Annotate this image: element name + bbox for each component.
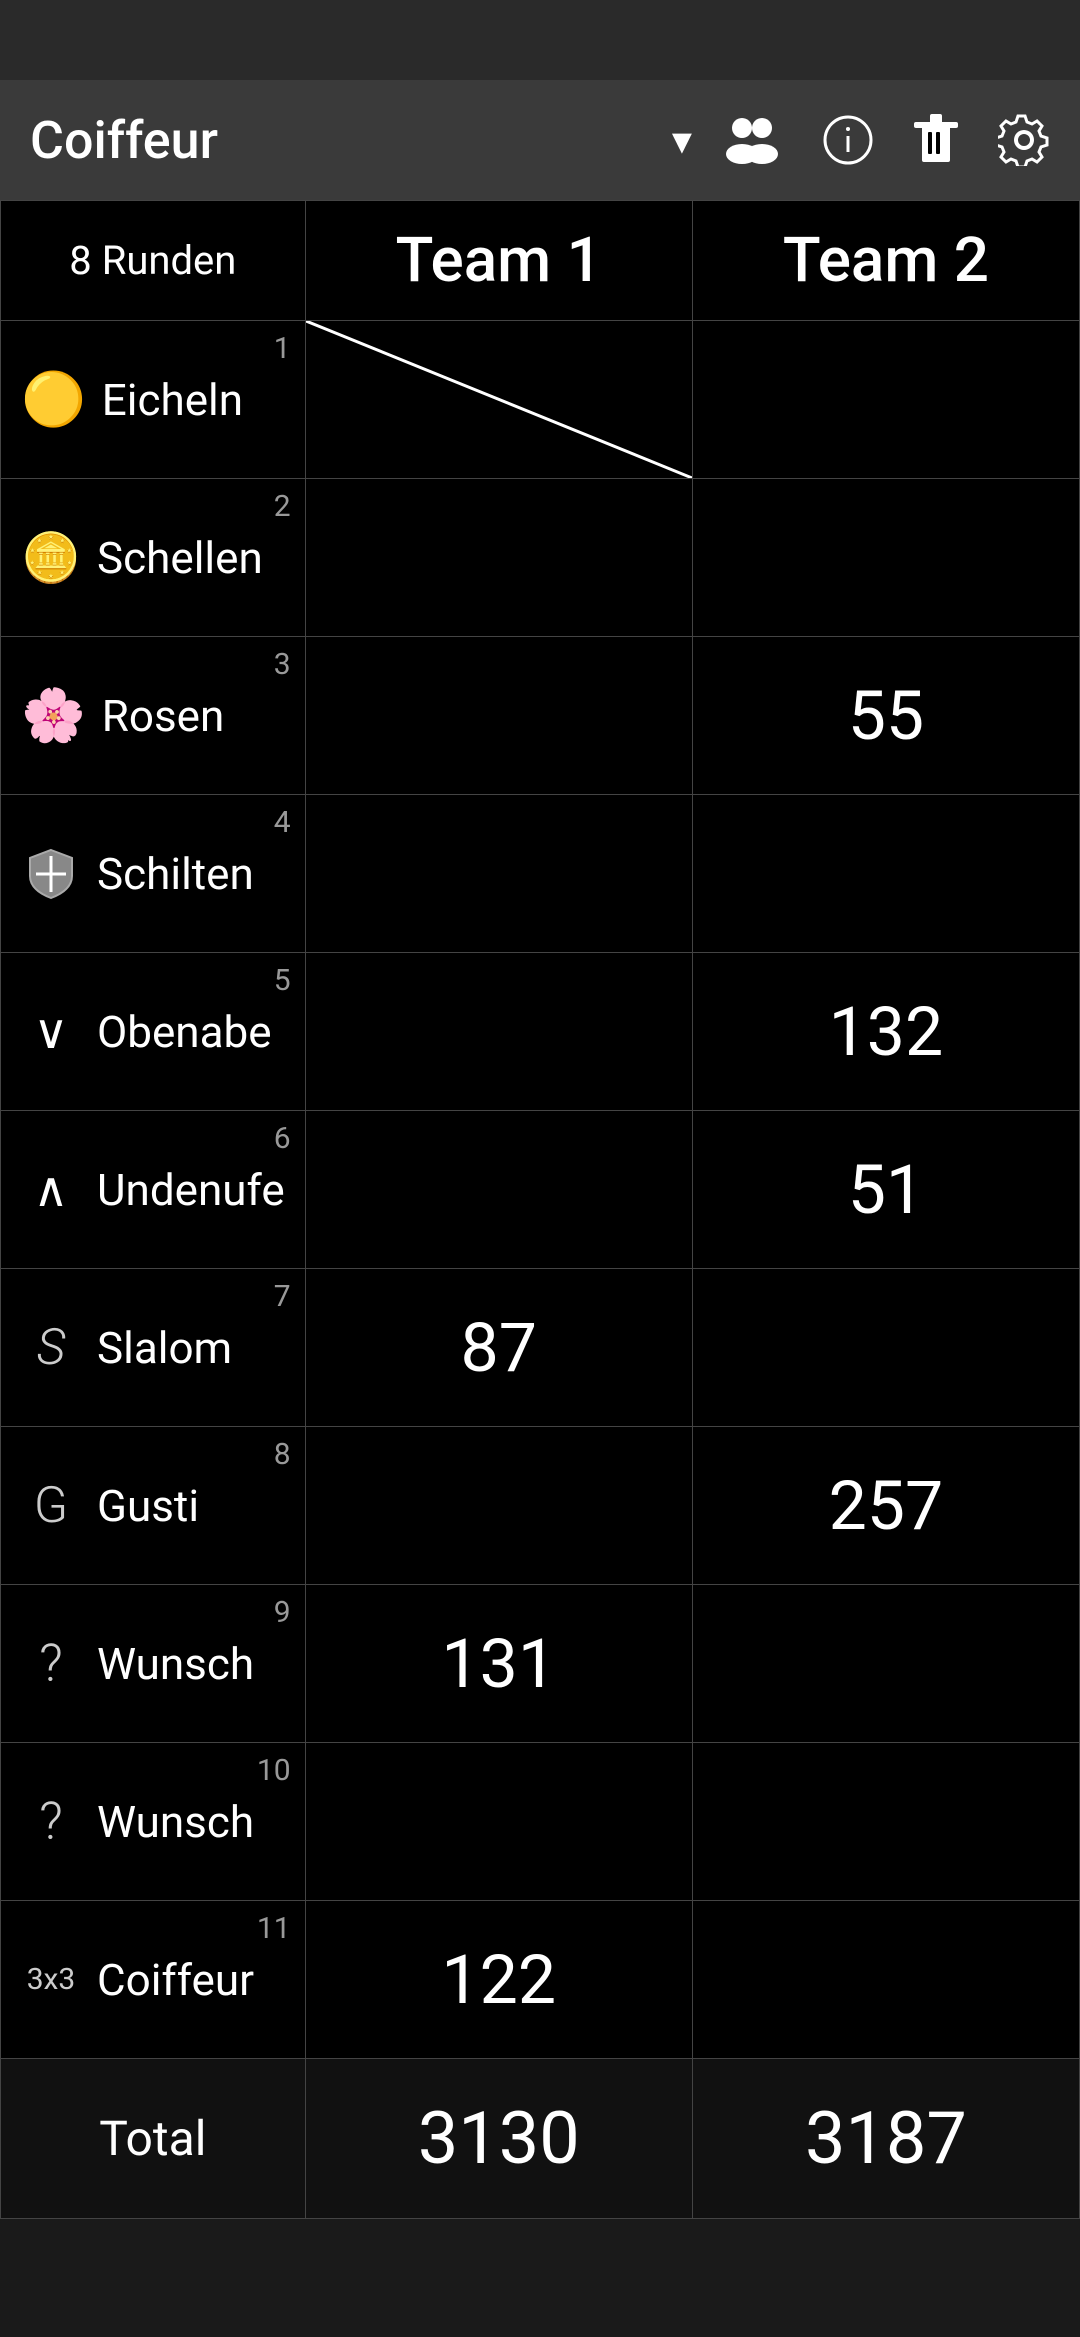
wunsch9-label: Wunsch xyxy=(97,1638,254,1690)
eicheln-icon: 🟡 xyxy=(21,369,86,430)
team1-label: Team 1 xyxy=(396,224,602,297)
total-team2-cell: 3187 xyxy=(692,2059,1079,2219)
rosen-icon: 🌸 xyxy=(21,685,86,746)
wunsch10-team2-score[interactable] xyxy=(692,1743,1079,1901)
toolbar-actions xyxy=(722,114,1050,166)
eicheln-team2-score[interactable] xyxy=(692,321,1079,479)
row-rosen[interactable]: 3 🌸 Rosen 55 xyxy=(1,637,1080,795)
total-label-cell: Total xyxy=(1,2059,306,2219)
wunsch9-team1-score[interactable]: 131 xyxy=(305,1585,692,1743)
wunsch10-label: Wunsch xyxy=(97,1796,254,1848)
schellen-label: Schellen xyxy=(97,532,263,584)
toolbar: Coiffeur ▾ xyxy=(0,80,1080,200)
coiffeur-label: Coiffeur xyxy=(97,1954,254,2006)
app-title: Coiffeur xyxy=(30,110,642,171)
row-label-wunsch-10: 10 ? Wunsch xyxy=(1,1743,306,1901)
rosen-team2-score[interactable]: 55 xyxy=(692,637,1079,795)
undenufe-label: Undenufe xyxy=(97,1164,285,1216)
row-undenufe[interactable]: 6 ∧ Undenufe 51 xyxy=(1,1111,1080,1269)
obenabe-team2-score[interactable]: 132 xyxy=(692,953,1079,1111)
total-team1-cell: 3130 xyxy=(305,2059,692,2219)
row-label-gusti: 8 G Gusti xyxy=(1,1427,306,1585)
coiffeur-icon: 3x3 xyxy=(21,1962,81,1997)
gusti-team1-score[interactable] xyxy=(305,1427,692,1585)
slalom-label: Slalom xyxy=(97,1322,232,1374)
gusti-team2-score[interactable]: 257 xyxy=(692,1427,1079,1585)
row-gusti[interactable]: 8 G Gusti 257 xyxy=(1,1427,1080,1585)
obenabe-icon: ∨ xyxy=(21,1003,81,1060)
row-label-undenufe: 6 ∧ Undenufe xyxy=(1,1111,306,1269)
slalom-team2-score[interactable] xyxy=(692,1269,1079,1427)
header-row: 8 Runden Team 1 Team 2 xyxy=(1,201,1080,321)
undenufe-team2-score[interactable]: 51 xyxy=(692,1111,1079,1269)
row-eicheln[interactable]: 1 🟡 Eicheln xyxy=(1,321,1080,479)
settings-icon[interactable] xyxy=(998,114,1050,166)
gusti-icon: G xyxy=(21,1477,81,1535)
row-coiffeur[interactable]: 11 3x3 Coiffeur 122 xyxy=(1,1901,1080,2059)
row-label-schellen: 2 🪙 Schellen xyxy=(1,479,306,637)
row-wunsch-10[interactable]: 10 ? Wunsch xyxy=(1,1743,1080,1901)
undenufe-team1-score[interactable] xyxy=(305,1111,692,1269)
rounds-label: 8 Runden xyxy=(69,237,236,284)
row-schellen[interactable]: 2 🪙 Schellen xyxy=(1,479,1080,637)
obenabe-label: Obenabe xyxy=(97,1006,272,1058)
eicheln-label: Eicheln xyxy=(102,374,243,426)
slalom-icon: S xyxy=(21,1319,81,1377)
total-team1-score: 3130 xyxy=(418,2096,580,2181)
row-slalom[interactable]: 7 S Slalom 87 xyxy=(1,1269,1080,1427)
schellen-team1-score[interactable] xyxy=(305,479,692,637)
rosen-team1-score[interactable] xyxy=(305,637,692,795)
wunsch10-team1-score[interactable] xyxy=(305,1743,692,1901)
slalom-team1-score[interactable]: 87 xyxy=(305,1269,692,1427)
obenabe-team1-score[interactable] xyxy=(305,953,692,1111)
row-label-coiffeur: 11 3x3 Coiffeur xyxy=(1,1901,306,2059)
row-label-eicheln: 1 🟡 Eicheln xyxy=(1,321,306,479)
total-team2-score: 3187 xyxy=(805,2096,967,2181)
schilten-label: Schilten xyxy=(97,848,254,900)
header-team1-cell: Team 1 xyxy=(305,201,692,321)
row-label-wunsch-9: 9 ? Wunsch xyxy=(1,1585,306,1743)
coiffeur-team2-score[interactable] xyxy=(692,1901,1079,2059)
rosen-label: Rosen xyxy=(102,690,225,742)
total-label: Total xyxy=(99,2110,206,2167)
gusti-label: Gusti xyxy=(97,1480,199,1532)
schilten-icon xyxy=(21,848,81,900)
schilten-team1-score[interactable] xyxy=(305,795,692,953)
row-wunsch-9[interactable]: 9 ? Wunsch 131 xyxy=(1,1585,1080,1743)
wunsch10-icon: ? xyxy=(21,1791,81,1852)
row-obenabe[interactable]: 5 ∨ Obenabe 132 xyxy=(1,953,1080,1111)
team2-label: Team 2 xyxy=(783,224,989,297)
schellen-icon: 🪙 xyxy=(21,529,81,586)
wunsch9-icon: ? xyxy=(21,1633,81,1694)
row-label-obenabe: 5 ∨ Obenabe xyxy=(1,953,306,1111)
header-team2-cell: Team 2 xyxy=(692,201,1079,321)
row-label-rosen: 3 🌸 Rosen xyxy=(1,637,306,795)
info-icon[interactable] xyxy=(822,114,874,166)
people-icon[interactable] xyxy=(722,114,782,166)
row-schilten[interactable]: 4 Schilten xyxy=(1,795,1080,953)
dropdown-icon[interactable]: ▾ xyxy=(672,117,692,164)
game-table: 8 Runden Team 1 Team 2 1 🟡 Eicheln xyxy=(0,200,1080,2219)
coiffeur-team1-score[interactable]: 122 xyxy=(305,1901,692,2059)
wunsch9-team2-score[interactable] xyxy=(692,1585,1079,1743)
total-row: Total 3130 3187 xyxy=(1,2059,1080,2219)
schellen-team2-score[interactable] xyxy=(692,479,1079,637)
status-bar xyxy=(0,0,1080,80)
row-label-schilten: 4 Schilten xyxy=(1,795,306,953)
row-label-slalom: 7 S Slalom xyxy=(1,1269,306,1427)
eicheln-team1-score[interactable] xyxy=(305,321,692,479)
schilten-team2-score[interactable] xyxy=(692,795,1079,953)
delete-icon[interactable] xyxy=(914,114,958,166)
undenufe-icon: ∧ xyxy=(21,1161,81,1218)
header-rounds-cell: 8 Runden xyxy=(1,201,306,321)
